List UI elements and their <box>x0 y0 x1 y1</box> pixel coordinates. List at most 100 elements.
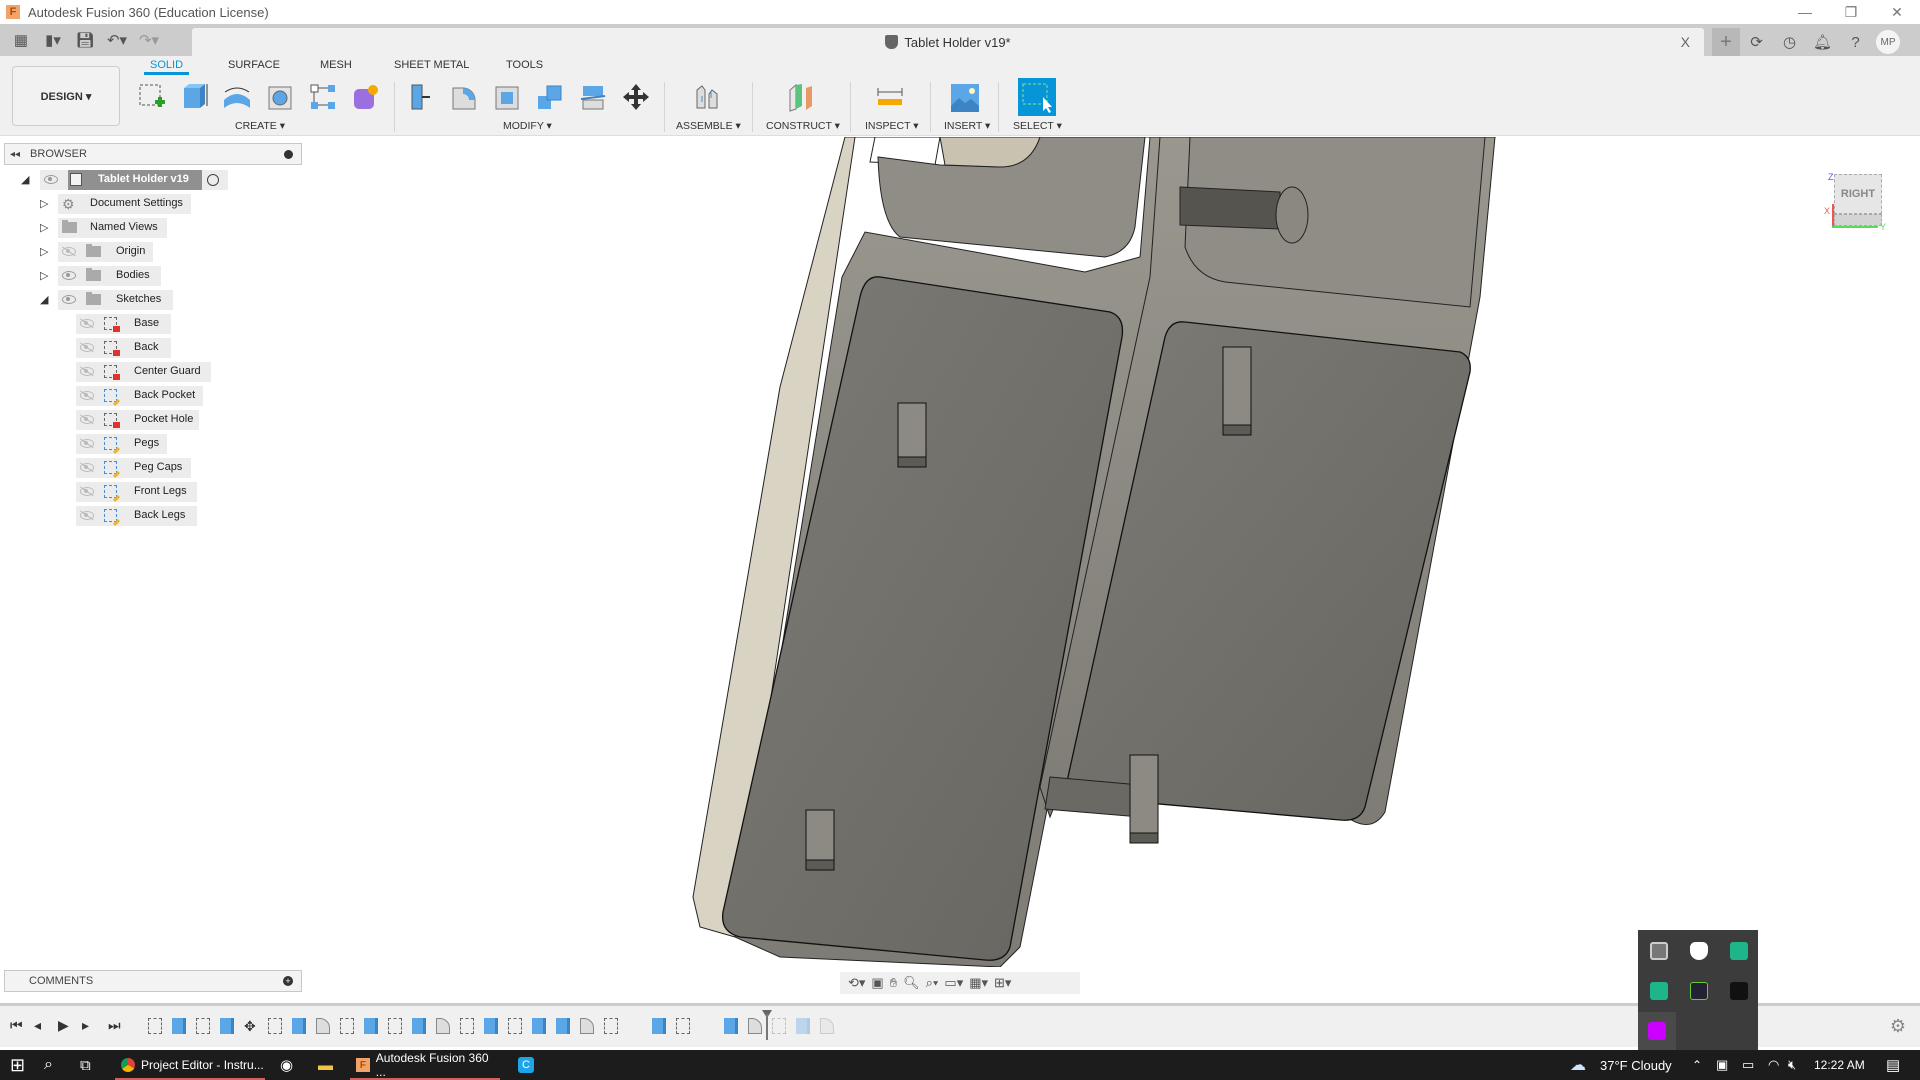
look-at-icon[interactable]: ▣ <box>871 975 883 991</box>
display-settings-icon[interactable]: ▭▾ <box>944 975 963 991</box>
tab-mesh[interactable]: MESH <box>320 59 352 71</box>
tray-app-icon[interactable] <box>1730 982 1748 1000</box>
start-windows-icon[interactable]: ⊞ <box>10 1050 25 1080</box>
minimize-button[interactable]: — <box>1782 0 1828 24</box>
tab-solid[interactable]: SOLID <box>143 59 190 75</box>
timeline-feature-sketch[interactable] <box>148 1018 162 1034</box>
timeline-settings-gear-icon[interactable]: ⚙ <box>1890 1016 1906 1037</box>
timeline-feature-extrude[interactable] <box>172 1018 186 1034</box>
insert-image-icon[interactable] <box>948 80 982 114</box>
grid-icon[interactable]: ▦▾ <box>969 975 988 991</box>
step-forward-button[interactable]: ▸ <box>82 1017 89 1034</box>
add-comment-icon[interactable]: + <box>283 976 293 986</box>
timeline-feature-extrude[interactable] <box>220 1018 234 1034</box>
timeline-feature-sketch[interactable] <box>604 1018 618 1034</box>
timeline-feature-fillet[interactable] <box>316 1018 330 1034</box>
offset-plane-icon[interactable] <box>784 80 818 114</box>
timeline-feature-move[interactable]: ✥ <box>244 1018 258 1034</box>
select-group-menu[interactable]: SELECT ▾ <box>1013 120 1062 132</box>
restore-button[interactable]: ❐ <box>1828 0 1874 24</box>
task-view-icon[interactable]: ⧉ <box>80 1050 91 1080</box>
hole-icon[interactable] <box>263 80 297 114</box>
close-tab-button[interactable]: X <box>1681 34 1690 50</box>
job-status-icon[interactable]: ◷ <box>1773 28 1806 56</box>
nvidia-icon[interactable] <box>1690 982 1708 1000</box>
close-window-button[interactable]: ✕ <box>1874 0 1920 24</box>
clock[interactable]: 12:22 AM <box>1814 1050 1865 1080</box>
wifi-icon[interactable]: ◠ <box>1768 1050 1779 1080</box>
pan-icon[interactable]: ✋︎ <box>890 975 897 991</box>
timeline-feature-extrude[interactable] <box>412 1018 426 1034</box>
go-to-start-button[interactable]: ⏮ <box>10 1017 23 1034</box>
search-icon[interactable]: ⌕ <box>44 1050 53 1080</box>
construct-group-menu[interactable]: CONSTRUCT ▾ <box>766 120 840 132</box>
pattern-icon[interactable] <box>306 80 340 114</box>
assemble-group-menu[interactable]: ASSEMBLE ▾ <box>676 120 741 132</box>
go-to-end-button[interactable]: ⏭ <box>108 1017 121 1034</box>
joint-icon[interactable] <box>690 80 724 114</box>
tray-app-icon[interactable] <box>1730 942 1748 960</box>
tab-sheet-metal[interactable]: SHEET METAL <box>394 59 469 71</box>
fillet-icon[interactable] <box>447 80 481 114</box>
tray-app-icon[interactable] <box>1648 1022 1666 1040</box>
extensions-icon[interactable]: ⟳ <box>1740 28 1773 56</box>
file-explorer-icon[interactable]: ▬ <box>318 1050 333 1080</box>
timeline-feature-extrude[interactable] <box>292 1018 306 1034</box>
app-grid-icon[interactable]: ▦ <box>8 31 34 49</box>
timeline-feature-extrude[interactable] <box>532 1018 546 1034</box>
taskbar-fusion[interactable]: F Autodesk Fusion 360 ... <box>350 1050 500 1080</box>
combine-icon[interactable] <box>533 80 567 114</box>
user-avatar[interactable]: MP <box>1876 30 1900 54</box>
timeline-feature-fillet[interactable] <box>820 1018 834 1034</box>
timeline-feature-sketch[interactable] <box>268 1018 282 1034</box>
timeline-feature-sketch[interactable] <box>508 1018 522 1034</box>
timeline-marker-line[interactable] <box>766 1014 768 1040</box>
save-icon[interactable]: 💾︎ <box>72 31 98 49</box>
step-back-button[interactable]: ◂ <box>34 1017 41 1034</box>
tray-app-icon[interactable] <box>1650 982 1668 1000</box>
press-pull-icon[interactable] <box>404 80 438 114</box>
split-body-icon[interactable] <box>576 80 610 114</box>
create-group-menu[interactable]: CREATE ▾ <box>235 120 285 132</box>
tray-app-icon[interactable] <box>1650 942 1668 960</box>
model-viewport[interactable] <box>0 137 1920 967</box>
c-app-icon[interactable]: C <box>518 1057 534 1073</box>
view-cube-face[interactable]: RIGHT <box>1834 174 1882 214</box>
tab-surface[interactable]: SURFACE <box>228 59 280 71</box>
notifications-icon[interactable]: 🔔︎ <box>1806 28 1839 56</box>
timeline-feature-fillet[interactable] <box>580 1018 594 1034</box>
help-icon[interactable]: ? <box>1839 28 1872 56</box>
revolve-icon[interactable] <box>220 80 254 114</box>
create-sketch-icon[interactable] <box>135 80 169 114</box>
taskbar-chrome[interactable]: Project Editor - Instru... <box>115 1050 265 1080</box>
show-hidden-icons-chevron[interactable]: ⌃ <box>1692 1050 1702 1080</box>
move-copy-icon[interactable] <box>619 80 653 114</box>
view-cube[interactable]: RIGHT X Y Z <box>1824 170 1886 232</box>
measure-icon[interactable] <box>873 80 907 114</box>
timeline-feature-sketch[interactable] <box>460 1018 474 1034</box>
tray-device-icon[interactable]: ▣ <box>1716 1050 1728 1080</box>
modify-group-menu[interactable]: MODIFY ▾ <box>503 120 552 132</box>
orbit-icon[interactable]: ⟲▾ <box>848 975 865 991</box>
shell-icon[interactable] <box>490 80 524 114</box>
timeline-feature-extrude[interactable] <box>484 1018 498 1034</box>
action-center-icon[interactable]: ▤ <box>1886 1050 1900 1080</box>
steam-icon[interactable]: ◉ <box>280 1050 293 1080</box>
redo-icon[interactable]: ↷▾ <box>136 31 162 49</box>
new-tab-button[interactable]: + <box>1712 28 1740 56</box>
timeline-feature-sketch[interactable] <box>676 1018 690 1034</box>
play-button[interactable]: ▶ <box>58 1017 69 1034</box>
viewports-icon[interactable]: ⊞▾ <box>994 975 1011 991</box>
timeline-feature-extrude[interactable] <box>724 1018 738 1034</box>
timeline-feature-extrude[interactable] <box>796 1018 810 1034</box>
tray-battery-icon[interactable]: ▭ <box>1742 1050 1754 1080</box>
timeline-feature-revolve[interactable] <box>628 1018 642 1034</box>
timeline-feature-fillet[interactable] <box>748 1018 762 1034</box>
weather-cloud-icon[interactable]: ☁ <box>1570 1050 1586 1080</box>
insert-group-menu[interactable]: INSERT ▾ <box>944 120 990 132</box>
security-shield-icon[interactable] <box>1690 942 1708 960</box>
timeline-feature-fillet[interactable] <box>436 1018 450 1034</box>
timeline-feature-extrude[interactable] <box>652 1018 666 1034</box>
timeline-feature-sketch[interactable] <box>772 1018 786 1034</box>
timeline-feature-extrude[interactable] <box>556 1018 570 1034</box>
